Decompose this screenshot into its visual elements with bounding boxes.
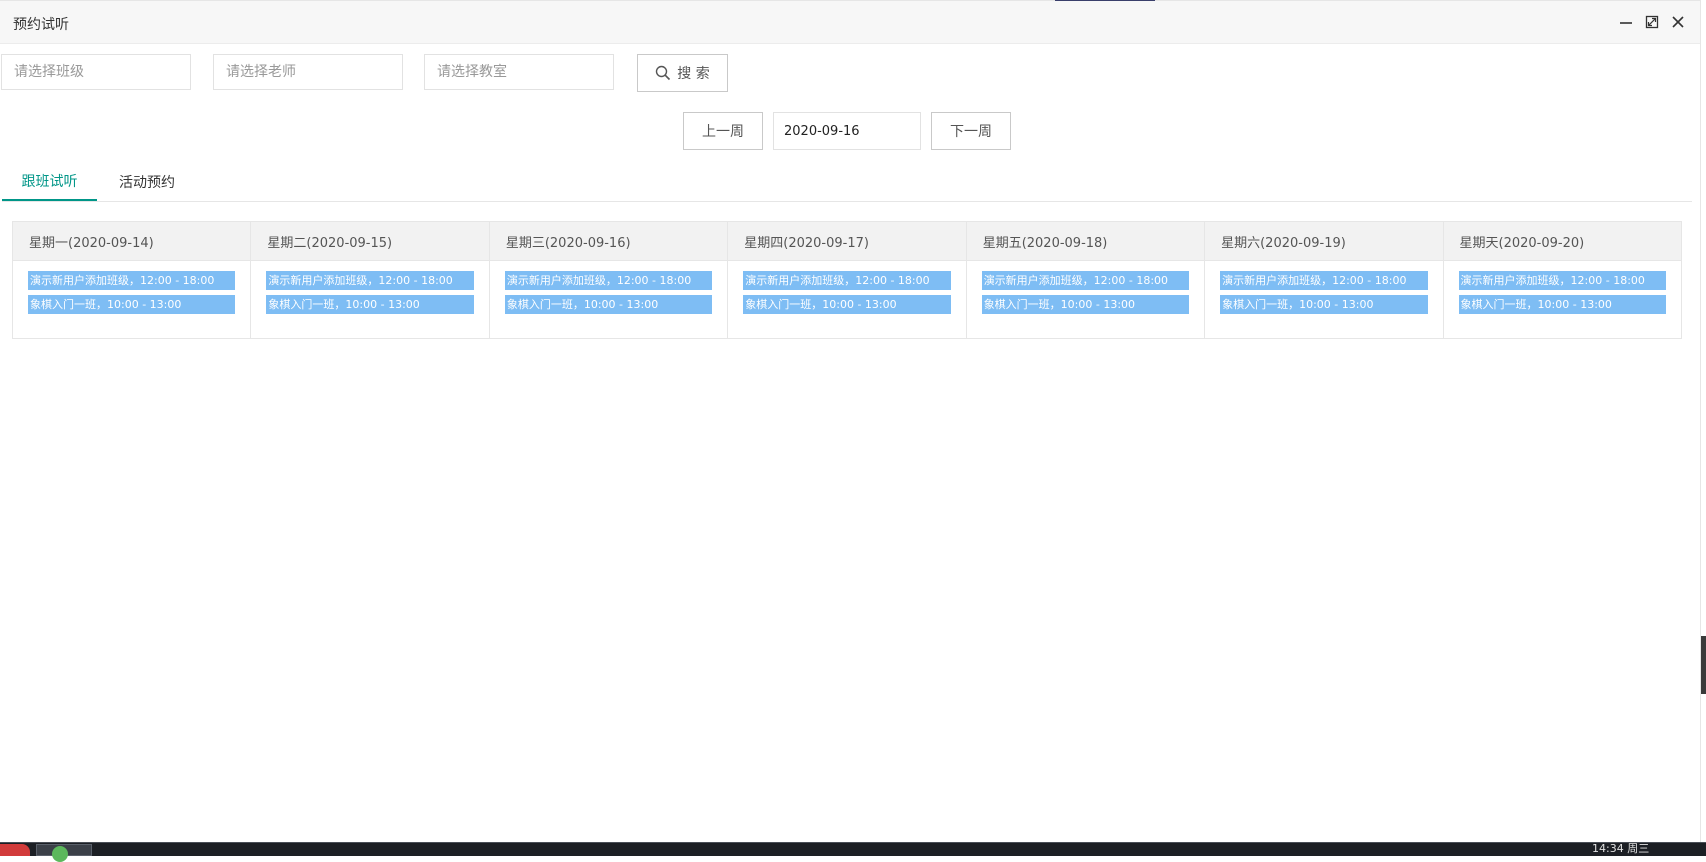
tab-bar: 跟班试听 活动预约 (2, 162, 1692, 202)
browser-app-icon[interactable] (52, 846, 68, 862)
day-cell-tuesday: 演示新用户添加班级，12:00 - 18:00 象棋入门一班，10:00 - 1… (250, 260, 490, 339)
close-icon (1672, 16, 1684, 28)
day-cell-sunday: 演示新用户添加班级，12:00 - 18:00 象棋入门一班，10:00 - 1… (1442, 260, 1683, 339)
day-header-wednesday: 星期三(2020-09-16) (488, 221, 729, 261)
event-item[interactable]: 象棋入门一班，10:00 - 13:00 (981, 295, 1190, 314)
window-title: 预约试听 (13, 17, 69, 33)
event-item[interactable]: 象棋入门一班，10:00 - 13:00 (504, 295, 713, 314)
week-date-input[interactable] (773, 112, 921, 150)
tab-activity-booking[interactable]: 活动预约 (101, 162, 193, 201)
event-item[interactable]: 演示新用户添加班级，12:00 - 18:00 (1220, 271, 1428, 290)
day-header-monday: 星期一(2020-09-14) (11, 221, 252, 261)
teacher-select-input[interactable] (213, 54, 403, 90)
title-bar: 预约试听 (0, 1, 1700, 44)
page-scrollbar[interactable] (1701, 0, 1706, 842)
start-button[interactable] (0, 844, 30, 856)
event-item[interactable]: 象棋入门一班，10:00 - 13:00 (28, 295, 236, 314)
tab-class-trial[interactable]: 跟班试听 (2, 162, 97, 201)
maximize-icon (1645, 15, 1659, 29)
event-item[interactable]: 象棋入门一班，10:00 - 13:00 (266, 295, 474, 314)
day-header-friday: 星期五(2020-09-18) (965, 221, 1206, 261)
event-item[interactable]: 演示新用户添加班级，12:00 - 18:00 (743, 271, 951, 290)
class-select-input[interactable] (1, 54, 191, 90)
day-header-saturday: 星期六(2020-09-19) (1204, 221, 1444, 261)
search-icon (656, 65, 671, 81)
calendar-header-row: 星期一(2020-09-14) 星期二(2020-09-15) 星期三(2020… (11, 221, 1683, 261)
close-button[interactable] (1667, 11, 1689, 33)
search-button[interactable]: 搜 索 (637, 54, 728, 92)
minimize-icon (1620, 22, 1632, 24)
day-cell-friday: 演示新用户添加班级，12:00 - 18:00 象棋入门一班，10:00 - 1… (965, 260, 1206, 339)
taskbar-clock: 14:34 周三 (1592, 842, 1650, 855)
event-item[interactable]: 演示新用户添加班级，12:00 - 18:00 (504, 271, 713, 290)
day-cell-thursday: 演示新用户添加班级，12:00 - 18:00 象棋入门一班，10:00 - 1… (727, 260, 967, 339)
event-item[interactable]: 演示新用户添加班级，12:00 - 18:00 (266, 271, 474, 290)
search-button-label: 搜 索 (677, 66, 710, 82)
prev-week-button[interactable]: 上一周 (683, 112, 763, 150)
dialog-window: 预约试听 搜 索 上一周 (0, 0, 1701, 842)
scrollbar-thumb[interactable] (1701, 636, 1706, 694)
calendar-events-row: 演示新用户添加班级，12:00 - 18:00 象棋入门一班，10:00 - 1… (11, 260, 1683, 339)
day-cell-saturday: 演示新用户添加班级，12:00 - 18:00 象棋入门一班，10:00 - 1… (1204, 260, 1444, 339)
classroom-select-input[interactable] (424, 54, 614, 90)
event-item[interactable]: 象棋入门一班，10:00 - 13:00 (1220, 295, 1428, 314)
os-taskbar: 14:34 周三 (0, 842, 1706, 862)
event-item[interactable]: 演示新用户添加班级，12:00 - 18:00 (1458, 271, 1666, 290)
event-item[interactable]: 象棋入门一班，10:00 - 13:00 (743, 295, 951, 314)
next-week-button[interactable]: 下一周 (931, 112, 1011, 150)
day-header-sunday: 星期天(2020-09-20) (1442, 221, 1683, 261)
event-item[interactable]: 演示新用户添加班级，12:00 - 18:00 (28, 271, 236, 290)
week-calendar: 星期一(2020-09-14) 星期二(2020-09-15) 星期三(2020… (11, 221, 1683, 339)
day-cell-wednesday: 演示新用户添加班级，12:00 - 18:00 象棋入门一班，10:00 - 1… (488, 260, 729, 339)
minimize-button[interactable] (1615, 11, 1637, 33)
maximize-button[interactable] (1641, 11, 1663, 33)
day-header-tuesday: 星期二(2020-09-15) (250, 221, 490, 261)
event-item[interactable]: 演示新用户添加班级，12:00 - 18:00 (981, 271, 1190, 290)
event-item[interactable]: 象棋入门一班，10:00 - 13:00 (1458, 295, 1666, 314)
day-header-thursday: 星期四(2020-09-17) (727, 221, 967, 261)
day-cell-monday: 演示新用户添加班级，12:00 - 18:00 象棋入门一班，10:00 - 1… (11, 260, 252, 339)
